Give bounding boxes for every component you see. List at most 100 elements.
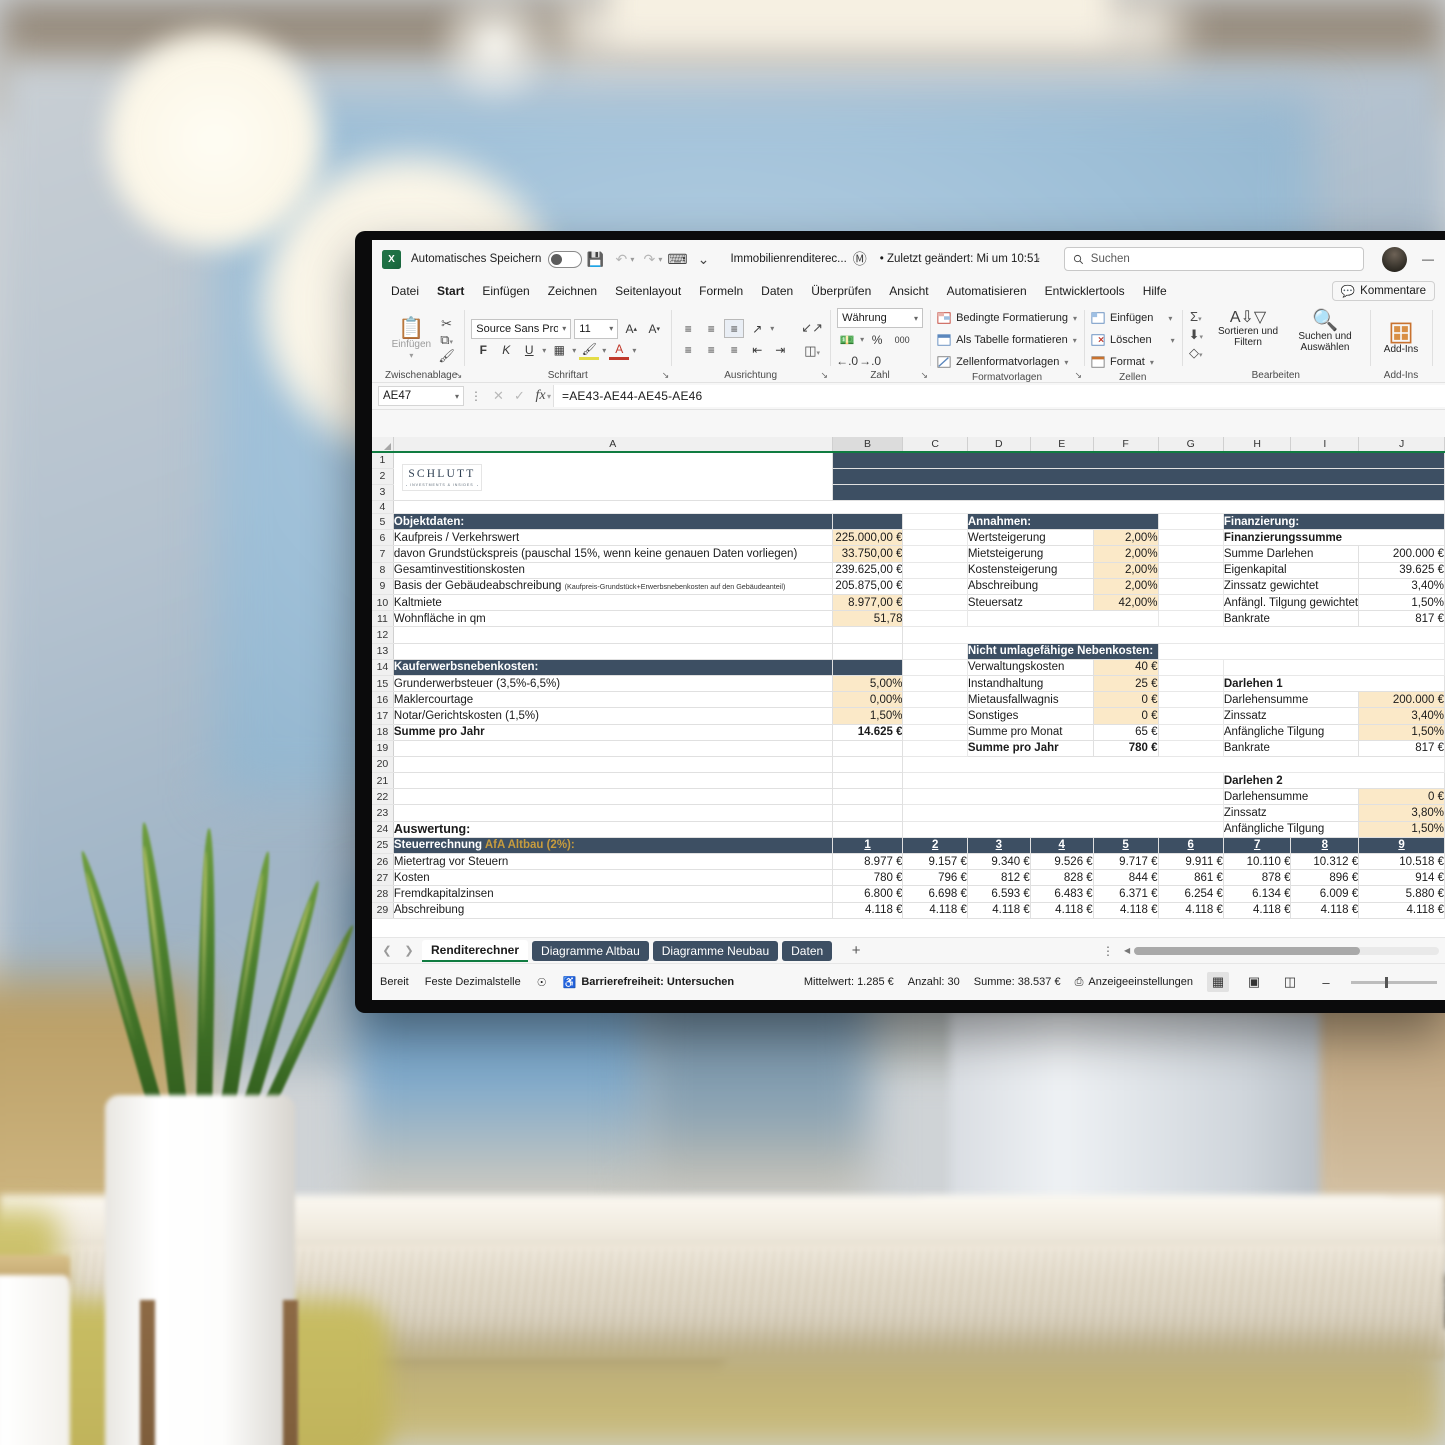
underline-button[interactable]: U (519, 341, 539, 360)
empty-row[interactable] (393, 500, 1445, 515)
empty-cell[interactable] (1158, 594, 1224, 612)
empty-cell[interactable] (393, 626, 833, 644)
empty-cell[interactable] (832, 772, 904, 790)
cell-afa-y1[interactable]: 4.118 € (832, 902, 904, 919)
tab-automatisieren[interactable]: Automatisieren (938, 282, 1036, 300)
next-group-button[interactable]: Dat (1439, 330, 1445, 359)
touch-mode-icon[interactable]: ⌨ (664, 246, 690, 272)
cell-styles-chevron-icon[interactable]: ▾ (1064, 358, 1068, 367)
scroll-left-icon[interactable]: ◀ (1124, 946, 1130, 955)
cell-kw-summe-label[interactable]: Summe pro Jahr (393, 724, 833, 741)
cell-d1-tilgung-value[interactable]: 1,50% (1358, 724, 1445, 741)
insert-chevron-icon[interactable]: ▾ (1168, 314, 1172, 323)
empty-cell[interactable] (902, 659, 968, 676)
align-center-icon[interactable]: ≡ (701, 340, 721, 359)
thousands-separator-button[interactable]: 000 (890, 330, 914, 349)
cell-zinssatz-gewichtet-label[interactable]: Zinssatz gewichtet (1223, 578, 1360, 596)
empty-cell[interactable] (1223, 659, 1445, 676)
cell-mietertrag-label[interactable]: Mietertrag vor Steuern (393, 853, 833, 871)
row-header-18[interactable]: 18 (372, 724, 394, 741)
empty-cell[interactable] (902, 675, 968, 693)
row-header-8[interactable]: 8 (372, 562, 394, 579)
cell-fkzinsen-label[interactable]: Fremdkapitalzinsen (393, 885, 833, 903)
cell-d2-zinssatz-value[interactable]: 3,80% (1358, 804, 1445, 822)
row-header-2[interactable]: 2 (372, 468, 394, 485)
align-bottom-icon[interactable]: ≡ (724, 319, 745, 338)
empty-cell[interactable] (902, 545, 968, 563)
borders-chevron-icon[interactable]: ▾ (572, 346, 576, 355)
font-dialog-launcher-icon[interactable]: ↘ (662, 370, 670, 381)
empty-cell[interactable] (393, 804, 833, 822)
row-header-27[interactable]: 27 (372, 869, 394, 887)
table-chevron-icon[interactable]: ▾ (1073, 336, 1077, 345)
font-size-select[interactable]: 11 ▾ (574, 318, 619, 339)
sheet-tabs-more-icon[interactable]: ⋮ (1096, 944, 1120, 958)
status-average[interactable]: Mittelwert: 1.285 € (804, 976, 894, 988)
cell-fkzinsen-y2[interactable]: 6.698 € (902, 885, 968, 903)
cell-mietertrag-y5[interactable]: 9.717 € (1093, 853, 1159, 871)
sheet-tab-renditerechner[interactable]: Renditerechner (422, 939, 529, 962)
row-header-21[interactable]: 21 (372, 772, 394, 790)
scrollbar-thumb[interactable] (1134, 946, 1360, 955)
cell-verwaltungskosten-label[interactable]: Verwaltungskosten (967, 659, 1094, 676)
row-header-23[interactable]: 23 (372, 804, 394, 822)
tab-ueberpruefen[interactable]: Überprüfen (802, 282, 880, 300)
cell-fkzinsen-y3[interactable]: 6.593 € (967, 885, 1031, 903)
cell-mietertrag-y9[interactable]: 10.518 € (1358, 853, 1445, 871)
year-col-1[interactable]: 1 (832, 837, 904, 855)
cell-kosten-y7[interactable]: 878 € (1223, 869, 1292, 887)
quick-access-more-icon[interactable]: ⌄ (690, 246, 716, 272)
select-all-corner[interactable] (372, 437, 394, 453)
cell-finanzierungssumme-label[interactable]: Finanzierungssumme (1223, 529, 1445, 547)
comments-button[interactable]: 💬 Kommentare (1331, 280, 1435, 301)
user-avatar[interactable] (1382, 246, 1407, 272)
previous-sheet-icon[interactable]: ❮ (378, 942, 396, 960)
column-header-h[interactable]: H (1223, 437, 1292, 453)
row-header-26[interactable]: 26 (372, 853, 394, 871)
cell-gesamtinvestition-label[interactable]: Gesamtinvestitionskosten (393, 562, 833, 579)
cell-afa-y5[interactable]: 4.118 € (1093, 902, 1159, 919)
cell-mietertrag-y8[interactable]: 10.312 € (1290, 853, 1360, 871)
cell-maklercourtage-label[interactable]: Maklercourtage (393, 691, 833, 709)
cell-grundstueckspreis-value[interactable]: 33.750,00 € (832, 545, 904, 563)
formula-chevron-icon[interactable]: ▾ (547, 392, 551, 401)
cell-abschreibung-value[interactable]: 2,00% (1093, 578, 1159, 596)
cell-mietertrag-y3[interactable]: 9.340 € (967, 853, 1031, 871)
row-header-5[interactable]: 5 (372, 513, 394, 531)
tab-ansicht[interactable]: Ansicht (880, 282, 937, 300)
cell-fkzinsen-y1[interactable]: 6.800 € (832, 885, 904, 903)
cell-eigenkapital-label[interactable]: Eigenkapital (1223, 562, 1360, 579)
delete-chevron-icon[interactable]: ▾ (1171, 336, 1175, 345)
empty-cell[interactable] (1158, 610, 1224, 628)
empty-cell[interactable] (393, 772, 833, 790)
number-format-select[interactable]: Währung ▾ (837, 308, 924, 328)
cell-maklercourtage-value[interactable]: 0,00% (832, 691, 904, 709)
kaeuferwerbs-header-ext[interactable] (832, 659, 904, 676)
percent-format-button[interactable]: % (867, 330, 887, 349)
cell-fkzinsen-y5[interactable]: 6.371 € (1093, 885, 1159, 903)
cell-mietsteigerung-label[interactable]: Mietsteigerung (967, 545, 1094, 563)
empty-cell[interactable] (902, 821, 1224, 838)
spreadsheet-grid[interactable]: A B C D E F G H I J 1 SCHLUTT INVESTMENT… (372, 437, 1445, 937)
cell-fkzinsen-y6[interactable]: 6.254 € (1158, 885, 1224, 903)
row-header-28[interactable]: 28 (372, 885, 394, 903)
fill-icon[interactable]: ⬇▾ (1189, 328, 1203, 341)
empty-cell[interactable] (1158, 545, 1224, 563)
empty-cell[interactable] (1158, 578, 1224, 596)
year-col-7[interactable]: 7 (1223, 837, 1292, 855)
name-box[interactable]: AE47 ▾ (378, 386, 464, 406)
row-header-9[interactable]: 9 (372, 578, 394, 596)
cell-bankrate-ges-value[interactable]: 817 € (1358, 610, 1445, 628)
clear-icon[interactable]: ◇▾ (1189, 346, 1203, 359)
cell-notarkosten-value[interactable]: 1,50% (832, 707, 904, 725)
cell-wertsteigerung-label[interactable]: Wertsteigerung (967, 529, 1094, 547)
empty-cell[interactable] (902, 772, 1224, 790)
bold-button[interactable]: F (473, 341, 493, 360)
paste-chevron-icon[interactable]: ▾ (409, 351, 413, 360)
nebenkosten-header[interactable]: Nicht umlagefähige Nebenkosten: (967, 643, 1159, 660)
tab-datei[interactable]: Datei (382, 282, 428, 300)
row-header-24[interactable]: 24 (372, 821, 394, 838)
tab-zeichnen[interactable]: Zeichnen (539, 282, 606, 300)
addins-button[interactable]: Add-Ins (1377, 322, 1425, 356)
cell-d1-zinssatz-value[interactable]: 3,40% (1358, 707, 1445, 725)
